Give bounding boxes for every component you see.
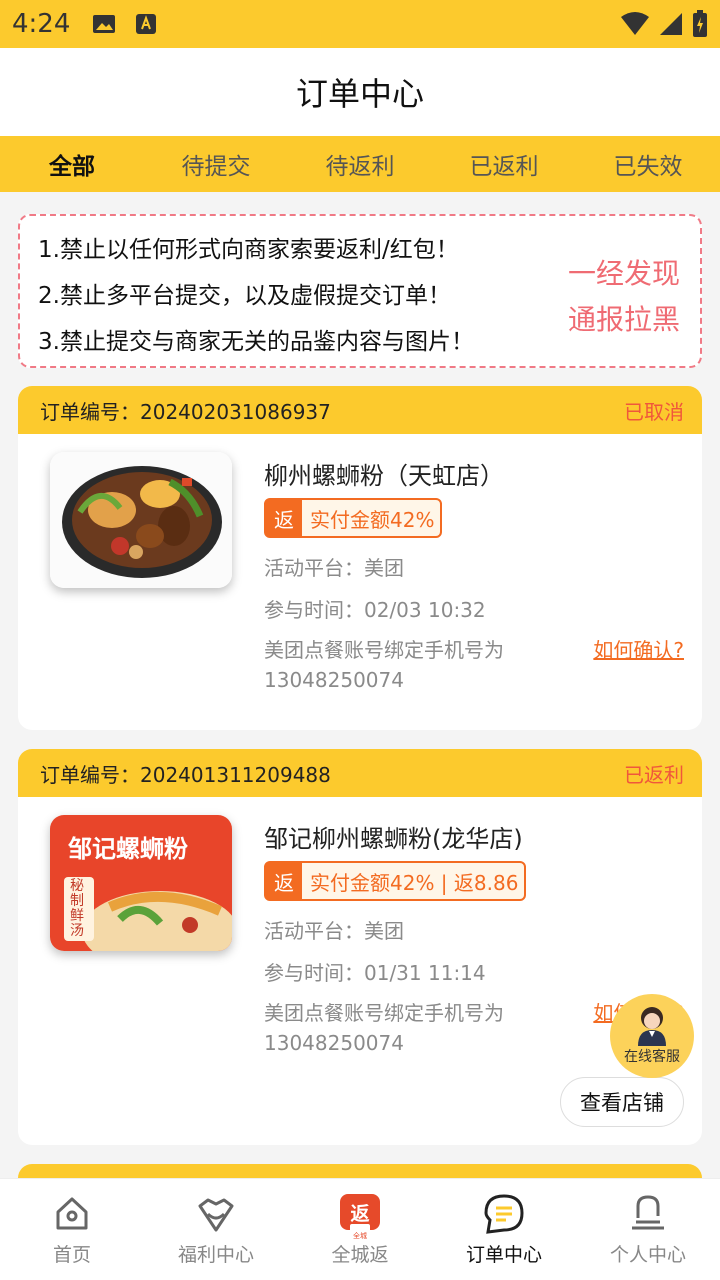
order-status: 已返利 [624,762,684,787]
status-bar: 4:24 [0,0,720,48]
tab-expired[interactable]: 已失效 [576,136,720,192]
shop-thumbnail[interactable] [50,452,232,588]
nav-citywide-label: 全城返 [331,1244,389,1266]
phone-label: 美团点餐账号绑定手机号为 [264,1001,504,1025]
phone-label: 美团点餐账号绑定手机号为 [264,638,504,662]
join-time-text: 参与时间：01/31 11:14 [264,961,486,985]
shop-name: 邹记柳州螺蛳粉(龙华店) [264,825,523,853]
notice-warning-2: 通报拉黑 [567,303,680,336]
heart-gift-icon [198,1198,234,1232]
banner-side-text: 秘制鲜汤 [70,878,84,939]
nav-welfare[interactable]: 福利中心 [144,1179,288,1280]
service-label: 在线客服 [624,1049,680,1065]
banner-title: 邹记螺蛳粉 [68,835,188,863]
service-agent-icon [638,1007,666,1046]
order-card[interactable]: 订单编号：202401311209488 已返利 邹记螺蛳粉 秘制鲜汤 邹记柳州… [18,749,702,1145]
order-number: 订单编号：202402031086937 [40,399,331,424]
order-chat-icon [484,1194,524,1234]
rebate-tag: 返 实付金额42% [264,498,443,538]
notice-line-2: 2.禁止多平台提交，以及虚假提交订单！ [38,283,451,309]
signal-icon [660,13,682,35]
noodle-bowl-image [50,452,232,588]
nav-welfare-label: 福利中心 [177,1244,254,1266]
order-card-body: 柳州螺蛳粉（天虹店） 返 实付金额42% 活动平台：美团 参与时间：02/03 … [18,434,702,730]
nav-citywide[interactable]: 返 全城 全城返 [288,1179,432,1280]
app-bar: 订单中心 [0,48,720,136]
how-to-confirm-link[interactable]: 如何确认? [593,634,684,663]
notice-warning-1: 一经发现 [567,257,680,290]
platform-text: 活动平台：美团 [264,919,404,943]
view-store-button[interactable]: 查看店铺 [560,1077,684,1127]
status-time: 4:24 [12,9,71,39]
rebate-text: 实付金额42% [310,507,435,532]
rebate-logo-text: 返 [350,1203,370,1225]
order-number: 订单编号：202401311209488 [40,762,331,787]
nav-profile-label: 个人中心 [609,1244,686,1266]
platform-text: 活动平台：美团 [264,556,404,580]
rules-notice: 1.禁止以任何形式向商家索要返利/红包！ 2.禁止多平台提交，以及虚假提交订单！… [18,214,702,368]
tab-all[interactable]: 全部 [0,136,144,192]
order-card-header: 订单编号：202402031086937 已取消 [18,386,702,434]
rebate-logo-sub: 全城 [353,1231,367,1240]
rebate-badge: 返 [266,863,302,899]
wifi-icon [621,12,649,35]
notice-line-1: 1.禁止以任何形式向商家索要返利/红包！ [38,237,459,263]
rebate-text: 实付金额42% | 返8.86 [310,870,519,895]
nav-home-label: 首页 [52,1244,91,1266]
order-status: 已取消 [624,399,684,424]
nav-home[interactable]: 首页 [0,1179,144,1280]
home-icon [56,1197,88,1230]
order-tabs: 全部 待提交 待返利 已返利 已失效 [0,136,720,192]
order-card-header: 订单编号：202401311209488 已返利 [18,749,702,797]
bottom-nav: 首页 福利中心 返 全城 全城返 订单中心 个人中心 [0,1178,720,1280]
nav-profile[interactable]: 个人中心 [576,1179,720,1280]
user-icon [632,1195,664,1230]
nav-orders-label: 订单中心 [465,1244,542,1266]
tab-rebated[interactable]: 已返利 [432,136,576,192]
shop-thumbnail[interactable]: 邹记螺蛳粉 秘制鲜汤 [50,815,232,951]
page-title: 订单中心 [295,75,424,113]
nav-orders[interactable]: 订单中心 [432,1179,576,1280]
notice-line-3: 3.禁止提交与商家无关的品鉴内容与图片！ [38,329,474,355]
tab-pending-rebate[interactable]: 待返利 [288,136,432,192]
shop-name: 柳州螺蛳粉（天虹店） [264,462,504,490]
order-card[interactable]: 订单编号：202402031086937 已取消 柳州螺蛳粉（天虹店） 返 实付… [18,386,702,730]
rebate-tag: 返 实付金额42% | 返8.86 [264,861,527,901]
join-time-text: 参与时间：02/03 10:32 [264,598,486,622]
phone-number: 13048250074 [264,668,404,692]
order-card-body: 邹记螺蛳粉 秘制鲜汤 邹记柳州螺蛳粉(龙华店) 返 实付金额42% | 返8.8… [18,797,702,1145]
gallery-icon [93,15,116,33]
battery-icon [693,10,707,37]
rebate-badge: 返 [266,500,302,536]
online-service-button[interactable]: 在线客服 [610,994,694,1078]
phone-number: 13048250074 [264,1031,404,1055]
tab-pending-submit[interactable]: 待提交 [144,136,288,192]
app-notification-icon [136,14,157,34]
